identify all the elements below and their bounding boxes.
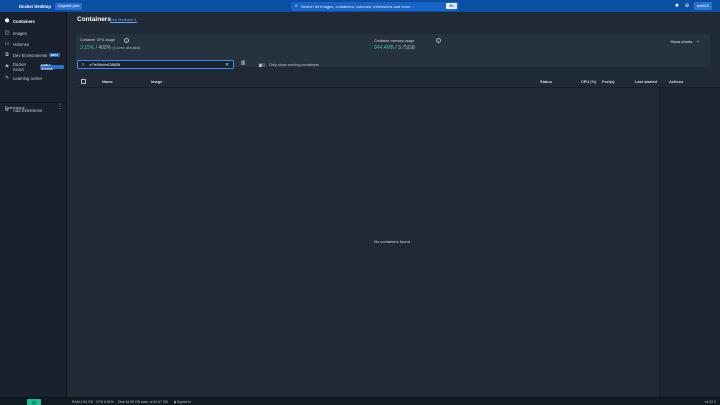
- sidebar-item-docker-scout[interactable]: ⚑ Docker Scout EARLY ACCESS: [3, 62, 64, 72]
- title-bar: Docker Desktop Upgrade plan ⌕ Search for…: [0, 0, 720, 12]
- info-icon[interactable]: i: [124, 38, 129, 43]
- add-extensions-label: Add Extensions: [13, 107, 43, 113]
- running-only-label: Only show running containers: [269, 63, 320, 67]
- dev-environments-icon: ⧉: [5, 52, 9, 58]
- column-header-name[interactable]: Name: [102, 79, 113, 84]
- memory-usage-value: 944.4MB / 3.75GB: [374, 45, 416, 51]
- app-brand: Docker Desktop: [19, 3, 51, 9]
- lock-icon: ▮: [174, 399, 176, 404]
- sidebar-item-label: Docker Scout: [12, 62, 27, 72]
- search-icon: ⌕: [295, 3, 298, 9]
- cpu-usage: CPU 6.51%: [96, 399, 114, 404]
- sidebar-item-learning-center[interactable]: ✎ Learning center: [3, 73, 64, 83]
- sidebar-item-volumes[interactable]: ▭ Volumes: [3, 39, 64, 49]
- bug-icon[interactable]: ✹: [673, 2, 681, 10]
- disk-usage: Disk 34.59 GB avail. of 62.67 GB: [118, 399, 168, 404]
- columns-icon[interactable]: ⦀⦀: [241, 61, 245, 68]
- column-header-actions: Actions: [669, 79, 684, 84]
- user-menu-button[interactable]: seeb10: [694, 2, 712, 10]
- early-access-badge: EARLY ACCESS: [39, 63, 64, 71]
- container-search-input[interactable]: ⌕ e7fe06ebb63f885f ✕: [77, 60, 234, 69]
- sidebar-item-dev-environments[interactable]: ⧉ Dev Environments BETA: [3, 50, 64, 60]
- empty-state-message: No containers found: [374, 239, 410, 244]
- main-content: Containers Give feedback ↯ Container CPU…: [68, 12, 720, 397]
- cpu-usage-value: 3.15% / 400% (4 cores allocated): [80, 45, 141, 51]
- column-header-status[interactable]: Status: [540, 79, 552, 84]
- containers-icon: ⬢: [4, 18, 10, 24]
- memory-usage-label: Container memory usage: [374, 39, 415, 43]
- search-value: e7fe06ebb63f885f: [89, 62, 121, 67]
- give-feedback-link[interactable]: Give feedback ↯: [110, 18, 137, 22]
- column-header-ports: Port(s): [602, 79, 615, 84]
- ram-usage: RAM 2.54 GB: [72, 399, 93, 404]
- plus-circle-icon: ⊕: [4, 107, 10, 113]
- docker-whale-icon[interactable]: ⛴: [27, 399, 41, 405]
- docker-scout-icon: ⚑: [4, 64, 10, 70]
- sidebar-item-label: Images: [13, 30, 27, 36]
- toggle-knob: [258, 63, 262, 67]
- learning-center-icon: ✎: [4, 75, 10, 81]
- info-icon[interactable]: i: [436, 38, 441, 43]
- select-all-checkbox[interactable]: [81, 78, 86, 84]
- sidebar-item-label: Containers: [13, 18, 35, 24]
- page-title: Containers: [77, 16, 111, 23]
- column-header-image[interactable]: Image: [151, 79, 162, 84]
- cpu-usage-label: Container CPU usage: [80, 38, 115, 42]
- show-charts-button[interactable]: Show charts ⌄: [670, 38, 700, 44]
- signed-in-status: ▮ Signed in: [174, 399, 191, 404]
- close-icon[interactable]: ✕: [225, 62, 229, 68]
- column-header-cpu[interactable]: CPU (%): [581, 79, 596, 84]
- sidebar-item-label: Learning center: [13, 75, 43, 81]
- search-icon: ⌕: [82, 62, 85, 67]
- gear-icon[interactable]: ⚙: [683, 2, 691, 10]
- column-header-last-started[interactable]: Last started: [635, 79, 657, 84]
- search-shortcut: ⌘K: [446, 3, 457, 9]
- global-search[interactable]: ⌕ Search for images, containers, volumes…: [291, 1, 459, 11]
- upgrade-plan-button[interactable]: Upgrade plan: [54, 2, 83, 10]
- search-placeholder: Search for images, containers, volumes, …: [300, 3, 414, 9]
- sidebar-item-containers[interactable]: ⬢ Containers: [3, 16, 64, 26]
- version-label: v4.22.0: [704, 399, 716, 404]
- chevron-down-icon: ⌄: [696, 38, 700, 43]
- sidebar: ⬢ Containers ◫ Images ▭ Volumes ⧉ Dev En…: [0, 12, 67, 397]
- table-header: Name Image Status CPU (%) Port(s) Last s…: [76, 74, 720, 88]
- beta-badge: BETA: [49, 52, 60, 58]
- add-extensions-button[interactable]: ⊕ Add Extensions: [3, 105, 64, 115]
- running-only-toggle[interactable]: [258, 63, 266, 67]
- sidebar-item-label: Volumes: [13, 41, 30, 47]
- status-bar: ⛴ RAM 2.54 GB CPU 6.51% Disk 34.59 GB av…: [0, 397, 720, 405]
- sidebar-item-label: Dev Environments: [13, 52, 48, 58]
- images-icon: ◫: [4, 30, 10, 36]
- volumes-icon: ▭: [4, 41, 10, 47]
- actions-column: [659, 88, 720, 397]
- sidebar-item-images[interactable]: ◫ Images: [3, 28, 64, 38]
